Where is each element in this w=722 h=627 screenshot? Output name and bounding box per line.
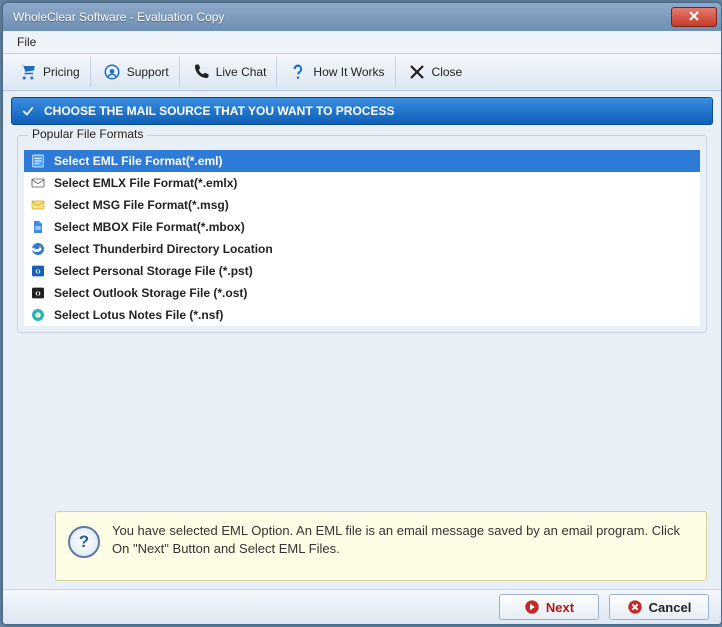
section-header: CHOOSE THE MAIL SOURCE THAT YOU WANT TO … bbox=[11, 97, 713, 125]
file-type-icon: O bbox=[30, 285, 46, 301]
file-type-icon bbox=[30, 153, 46, 169]
file-format-label: Select EMLX File Format(*.emlx) bbox=[54, 176, 237, 190]
x-icon bbox=[408, 63, 426, 81]
file-format-label: Select MBOX File Format(*.mbox) bbox=[54, 220, 245, 234]
title-bar: WholeClear Software - Evaluation Copy bbox=[3, 3, 721, 31]
file-type-icon bbox=[30, 241, 46, 257]
menu-bar: File bbox=[3, 31, 721, 54]
next-button[interactable]: Next bbox=[499, 594, 599, 620]
button-label: Cancel bbox=[649, 600, 692, 615]
question-icon bbox=[289, 63, 307, 81]
spacer bbox=[17, 333, 707, 505]
toolbar-label: Close bbox=[432, 65, 463, 79]
file-format-label: Select Outlook Storage File (*.ost) bbox=[54, 286, 247, 300]
info-icon: ? bbox=[68, 526, 100, 558]
file-format-option[interactable]: O Select Personal Storage File (*.pst) bbox=[24, 260, 700, 282]
file-format-label: Select Lotus Notes File (*.nsf) bbox=[54, 308, 223, 322]
arrow-right-icon bbox=[524, 599, 540, 615]
cancel-icon bbox=[627, 599, 643, 615]
headset-icon bbox=[103, 63, 121, 81]
app-window: WholeClear Software - Evaluation Copy Fi… bbox=[2, 2, 722, 625]
phone-icon bbox=[192, 63, 210, 81]
file-type-icon bbox=[30, 197, 46, 213]
menu-file[interactable]: File bbox=[9, 33, 44, 51]
svg-text:O: O bbox=[35, 269, 40, 276]
file-format-option[interactable]: Select EMLX File Format(*.emlx) bbox=[24, 172, 700, 194]
group-title: Popular File Formats bbox=[28, 127, 147, 141]
toolbar-label: Support bbox=[127, 65, 169, 79]
file-formats-group: Popular File Formats Select EML File For… bbox=[17, 135, 707, 333]
toolbar-howitworks-button[interactable]: How It Works bbox=[279, 57, 395, 87]
footer-bar: Next Cancel bbox=[3, 589, 721, 624]
file-type-icon bbox=[30, 175, 46, 191]
file-format-option[interactable]: O Select Outlook Storage File (*.ost) bbox=[24, 282, 700, 304]
file-type-icon bbox=[30, 219, 46, 235]
file-type-icon bbox=[30, 307, 46, 323]
toolbar-support-button[interactable]: Support bbox=[93, 57, 180, 87]
toolbar-close-button[interactable]: Close bbox=[398, 57, 473, 87]
toolbar-label: Pricing bbox=[43, 65, 80, 79]
button-label: Next bbox=[546, 600, 574, 615]
section-header-title: CHOOSE THE MAIL SOURCE THAT YOU WANT TO … bbox=[44, 104, 394, 118]
cart-icon bbox=[19, 63, 37, 81]
file-type-icon: O bbox=[30, 263, 46, 279]
toolbar: Pricing Support Live Chat How It Works C… bbox=[3, 54, 721, 91]
cancel-button[interactable]: Cancel bbox=[609, 594, 709, 620]
toolbar-livechat-button[interactable]: Live Chat bbox=[182, 57, 278, 87]
info-text: You have selected EML Option. An EML fil… bbox=[112, 522, 694, 557]
toolbar-label: How It Works bbox=[313, 65, 384, 79]
file-format-option[interactable]: Select MSG File Format(*.msg) bbox=[24, 194, 700, 216]
info-panel: ? You have selected EML Option. An EML f… bbox=[55, 511, 707, 581]
file-format-label: Select Personal Storage File (*.pst) bbox=[54, 264, 253, 278]
window-title: WholeClear Software - Evaluation Copy bbox=[13, 10, 671, 24]
file-format-option[interactable]: Select Thunderbird Directory Location bbox=[24, 238, 700, 260]
file-format-label: Select MSG File Format(*.msg) bbox=[54, 198, 229, 212]
main-area: Popular File Formats Select EML File For… bbox=[17, 135, 707, 505]
file-format-label: Select Thunderbird Directory Location bbox=[54, 242, 273, 256]
file-format-list: Select EML File Format(*.eml) Select EMLX… bbox=[24, 150, 700, 326]
file-format-option[interactable]: Select Lotus Notes File (*.nsf) bbox=[24, 304, 700, 326]
file-format-label: Select EML File Format(*.eml) bbox=[54, 154, 223, 168]
toolbar-pricing-button[interactable]: Pricing bbox=[9, 57, 91, 87]
window-close-button[interactable] bbox=[671, 7, 717, 27]
svg-text:O: O bbox=[35, 291, 40, 298]
file-format-option[interactable]: Select MBOX File Format(*.mbox) bbox=[24, 216, 700, 238]
close-icon bbox=[689, 10, 699, 24]
file-format-option[interactable]: Select EML File Format(*.eml) bbox=[24, 150, 700, 172]
check-icon bbox=[20, 103, 36, 119]
toolbar-label: Live Chat bbox=[216, 65, 267, 79]
